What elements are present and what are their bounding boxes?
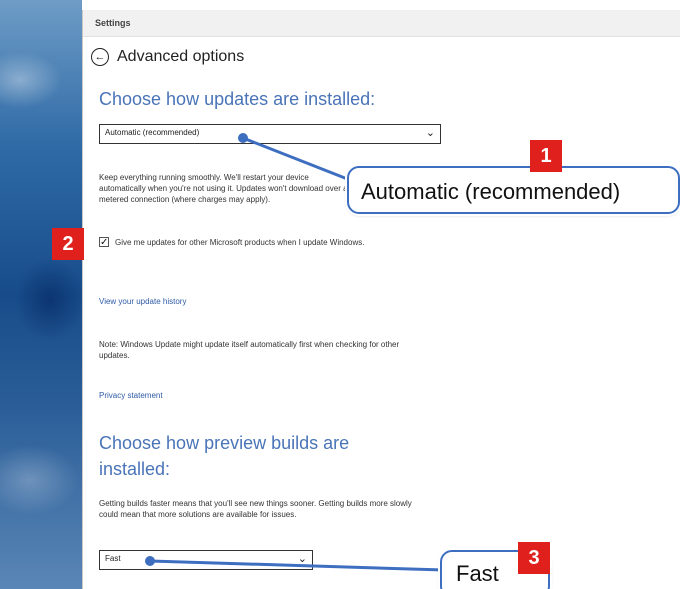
connector-line-1 (242, 136, 351, 182)
annotation-connectors (145, 133, 445, 572)
connector-line-3 (149, 559, 445, 572)
connector-dot-1 (238, 133, 248, 143)
badge-1: 1 (530, 140, 562, 172)
connector-dot-3 (145, 556, 155, 566)
callout-automatic: Automatic (recommended) (347, 166, 680, 214)
badge-3: 3 (518, 542, 550, 574)
screenshot: Settings ← Advanced options Choose how u… (0, 0, 680, 589)
badge-2: 2 (52, 228, 84, 260)
